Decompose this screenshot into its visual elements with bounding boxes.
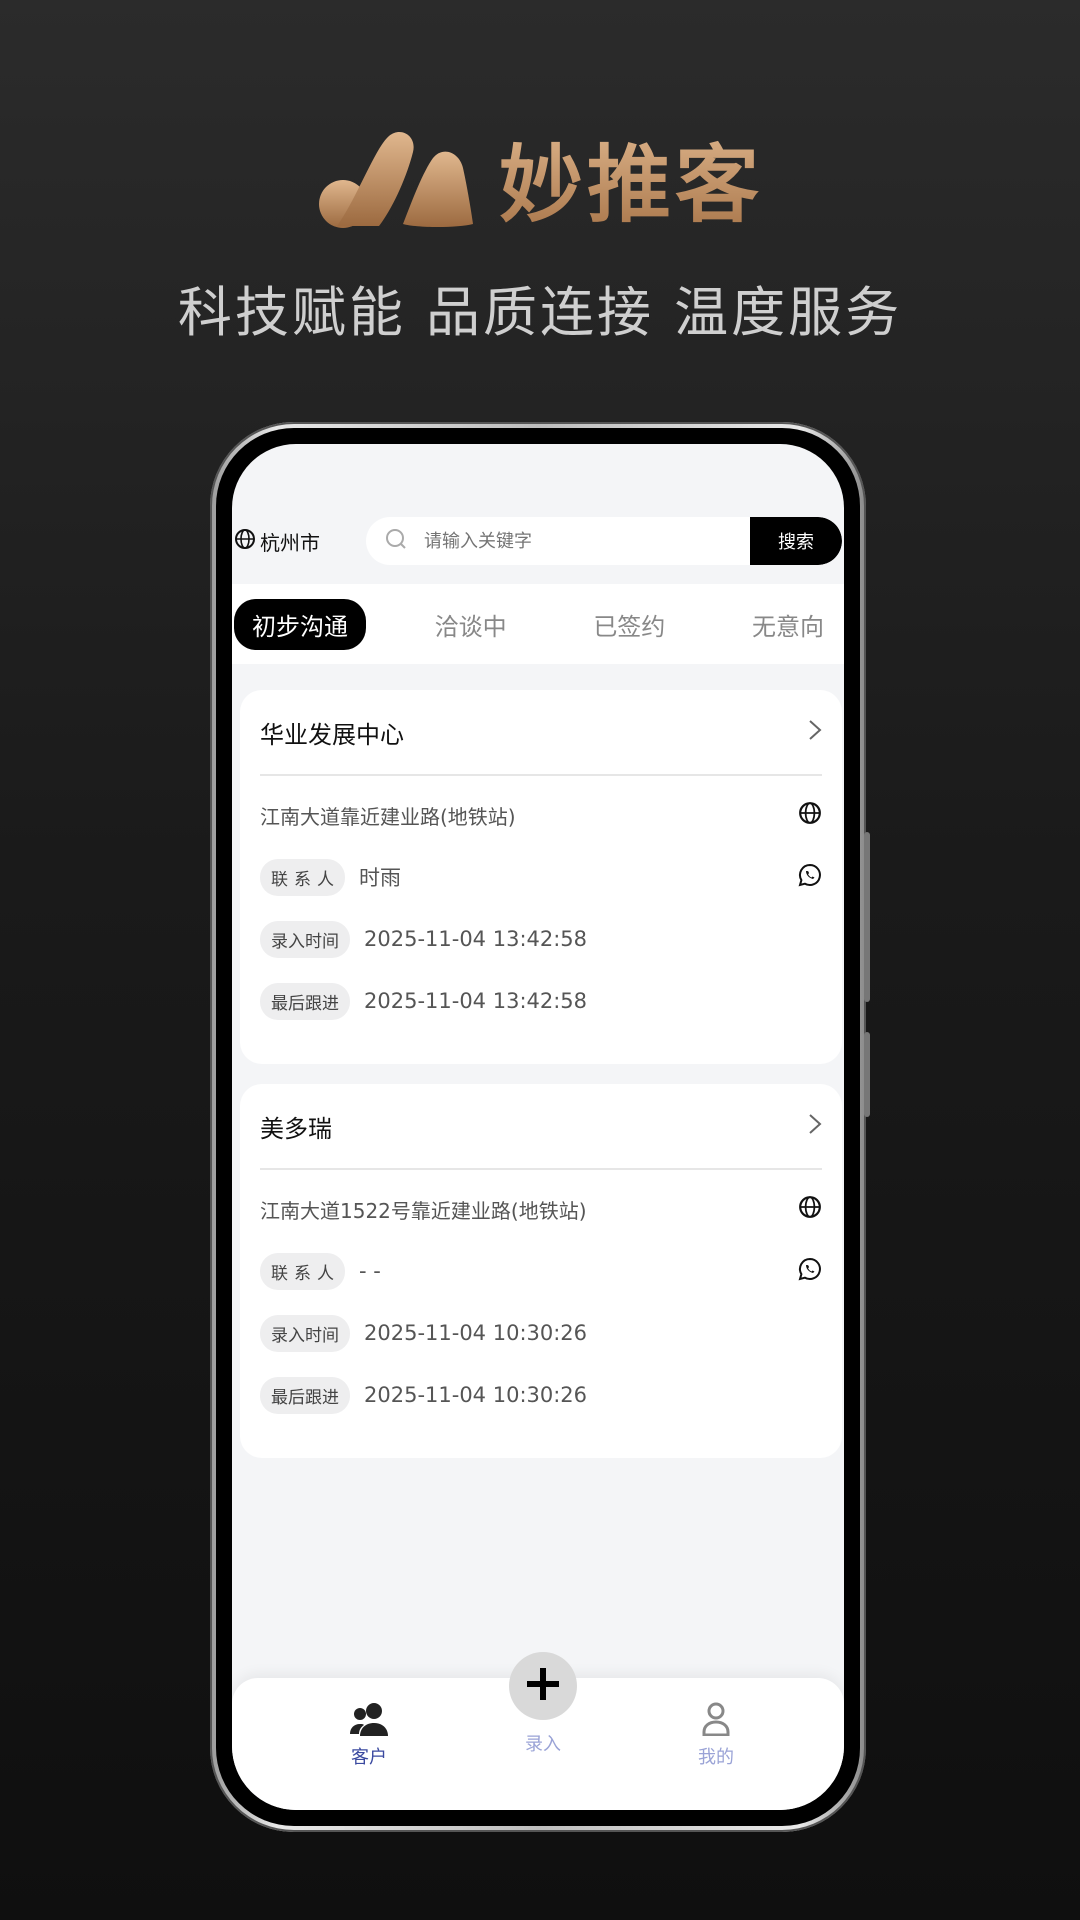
tab-initial-contact[interactable]: 初步沟通 <box>234 598 366 650</box>
brand-header: 妙推客 <box>0 118 1080 239</box>
city-label: 杭州市 <box>260 530 320 555</box>
search-bar: 杭州市 搜索 <box>232 516 844 566</box>
customer-address: 江南大道1522号靠近建业路(地铁站) <box>260 1198 587 1223</box>
last-follow-tag: 最后跟进 <box>260 1376 350 1414</box>
search-box: 搜索 <box>366 517 842 565</box>
address-row: 江南大道1522号靠近建业路(地铁站) <box>260 1178 822 1240</box>
whatsapp-icon[interactable] <box>798 1257 822 1286</box>
side-button <box>864 832 870 1002</box>
contact-name: 时雨 <box>359 866 401 890</box>
brand-name: 妙推客 <box>499 118 763 239</box>
customer-name: 美多瑞 <box>260 1114 332 1143</box>
brand-logo-icon <box>317 128 473 230</box>
address-row: 江南大道靠近建业路(地铁站) <box>260 784 822 846</box>
search-input[interactable] <box>422 529 726 553</box>
customer-card[interactable]: 美多瑞 江南大道1522号靠近建业路(地铁站) 联系人 - - 录入时间 202… <box>240 1084 842 1458</box>
globe-icon <box>234 528 256 555</box>
entry-time-value: 2025-11-04 10:30:26 <box>364 1321 588 1345</box>
contact-row: 联系人 - - <box>260 1240 822 1302</box>
globe-icon[interactable] <box>798 1195 822 1224</box>
nav-mine-label: 我的 <box>698 1747 734 1768</box>
nav-customers-label: 客户 <box>351 1747 387 1768</box>
search-button[interactable]: 搜索 <box>750 517 842 565</box>
entry-time-row: 录入时间 2025-11-04 10:30:26 <box>260 1302 822 1364</box>
side-button <box>864 1032 870 1117</box>
tab-negotiating[interactable]: 洽谈中 <box>417 599 525 650</box>
last-follow-value: 2025-11-04 13:42:58 <box>364 989 588 1013</box>
contact-tag: 联系人 <box>260 1252 345 1290</box>
tab-signed[interactable]: 已签约 <box>575 599 683 650</box>
users-icon <box>350 1702 388 1741</box>
last-follow-row: 最后跟进 2025-11-04 13:42:58 <box>260 970 822 1032</box>
card-header[interactable]: 华业发展中心 <box>260 690 822 776</box>
tab-no-intent[interactable]: 无意向 <box>734 599 842 650</box>
contact-tag: 联系人 <box>260 858 345 896</box>
nav-customers[interactable]: 客户 <box>329 1702 409 1769</box>
plus-icon <box>525 1666 561 1706</box>
contact-row: 联系人 时雨 <box>260 846 822 908</box>
entry-time-row: 录入时间 2025-11-04 13:42:58 <box>260 908 822 970</box>
user-icon <box>701 1702 731 1741</box>
status-tabs: 初步沟通 洽谈中 已签约 无意向 <box>232 584 844 664</box>
last-follow-row: 最后跟进 2025-11-04 10:30:26 <box>260 1364 822 1426</box>
nav-add-label[interactable]: 录入 <box>513 1730 573 1756</box>
contact-name: - - <box>359 1259 381 1283</box>
phone-frame: 杭州市 搜索 初步沟通 洽谈中 已签约 无意向 华业发展中心 <box>210 422 870 1832</box>
add-button[interactable] <box>509 1652 577 1720</box>
last-follow-value: 2025-11-04 10:30:26 <box>364 1383 588 1407</box>
customer-address: 江南大道靠近建业路(地铁站) <box>260 804 516 829</box>
entry-time-tag: 录入时间 <box>260 920 350 958</box>
brand-slogan: 科技赋能 品质连接 温度服务 <box>177 281 903 344</box>
globe-icon[interactable] <box>798 801 822 830</box>
nav-mine[interactable]: 我的 <box>676 1702 756 1769</box>
bottom-nav: 客户 录入 我的 <box>232 1652 844 1810</box>
whatsapp-icon[interactable] <box>798 863 822 892</box>
chevron-right-icon <box>808 719 822 745</box>
last-follow-tag: 最后跟进 <box>260 982 350 1020</box>
card-header[interactable]: 美多瑞 <box>260 1084 822 1170</box>
customer-card[interactable]: 华业发展中心 江南大道靠近建业路(地铁站) 联系人 时雨 录入时间 2025-1… <box>240 690 842 1064</box>
entry-time-tag: 录入时间 <box>260 1314 350 1352</box>
entry-time-value: 2025-11-04 13:42:58 <box>364 927 588 951</box>
chevron-right-icon <box>808 1113 822 1139</box>
city-selector[interactable]: 杭州市 <box>232 527 366 556</box>
app-screen: 杭州市 搜索 初步沟通 洽谈中 已签约 无意向 华业发展中心 <box>232 444 844 1810</box>
customer-name: 华业发展中心 <box>260 720 404 749</box>
search-icon <box>384 527 408 555</box>
